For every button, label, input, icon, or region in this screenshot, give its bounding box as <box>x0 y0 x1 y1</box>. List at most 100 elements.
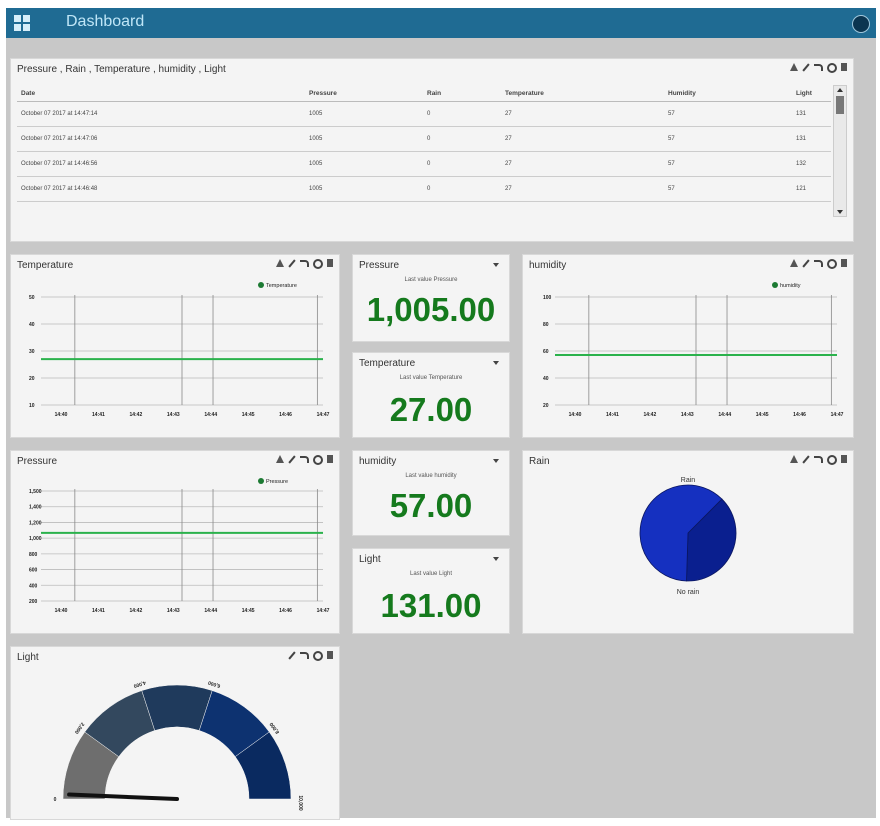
table-row[interactable]: October 07 2017 at 14:46:56 1005 0 27 57… <box>17 151 831 177</box>
table-cell: 0 <box>423 151 501 177</box>
x-tick-label: 14:43 <box>681 412 694 418</box>
pressure-stat-panel: Pressure Last value Pressure 1,005.00 <box>352 254 510 342</box>
table-scrollbar[interactable] <box>833 85 847 217</box>
table-cell: October 07 2017 at 14:46:56 <box>17 151 305 177</box>
stat-value: 27.00 <box>389 391 473 428</box>
x-tick-label: 14:46 <box>279 412 292 418</box>
user-avatar-icon[interactable] <box>852 15 870 33</box>
x-tick-label: 14:40 <box>569 412 582 418</box>
chevron-down-icon[interactable] <box>493 557 499 561</box>
scroll-thumb[interactable] <box>836 96 844 114</box>
x-tick-label: 14:47 <box>317 608 330 614</box>
table-cell: 27 <box>501 101 664 127</box>
panel-title: Pressure , Rain , Temperature , humidity… <box>17 64 226 75</box>
y-tick-label: 80 <box>543 322 549 328</box>
table-cell: 131 <box>792 101 831 127</box>
gauge-min-label: 0 <box>54 797 57 803</box>
share-icon[interactable] <box>814 64 823 71</box>
table-cell: 1005 <box>305 126 423 152</box>
y-tick-label: 10 <box>29 403 35 409</box>
x-tick-label: 14:43 <box>167 412 180 418</box>
x-tick-label: 14:45 <box>242 608 255 614</box>
gauge-tick-label: 6,000 <box>207 679 221 689</box>
table-cell: October 07 2017 at 14:47:06 <box>17 126 305 152</box>
column-header[interactable]: Date <box>17 85 305 102</box>
stat-value: 1,005.00 <box>366 291 496 328</box>
stat-value: 131.00 <box>380 587 482 624</box>
x-tick-label: 14:44 <box>204 608 217 614</box>
y-tick-label: 1,000 <box>29 536 42 542</box>
y-tick-label: 30 <box>29 349 35 355</box>
stat-value: 57.00 <box>389 487 473 524</box>
y-tick-label: 200 <box>29 599 38 605</box>
light-gauge-chart: 2,000 4,000 6,000 8,000 0 10,000 <box>54 679 303 811</box>
table-cell: 27 <box>501 126 664 152</box>
table-header-row: Date Pressure Rain Temperature Humidity … <box>17 85 831 102</box>
x-tick-label: 14:40 <box>55 608 68 614</box>
legend-marker <box>258 282 264 288</box>
legend-label: Temperature <box>266 283 297 289</box>
y-tick-label: 400 <box>29 583 38 589</box>
scroll-up-icon[interactable] <box>837 88 843 92</box>
y-tick-label: 20 <box>29 376 35 382</box>
table-cell: 57 <box>664 126 792 152</box>
column-header[interactable]: Rain <box>423 85 501 102</box>
chevron-down-icon[interactable] <box>493 361 499 365</box>
x-tick-label: 14:46 <box>279 608 292 614</box>
data-table-panel: Pressure , Rain , Temperature , humidity… <box>10 58 854 242</box>
stat-subtitle: Last value Pressure <box>404 277 458 283</box>
table-cell: 132 <box>792 151 831 177</box>
x-tick-label: 14:45 <box>242 412 255 418</box>
table-row[interactable]: October 07 2017 at 14:46:48 1005 0 27 57… <box>17 176 831 202</box>
table-cell: 1005 <box>305 176 423 202</box>
stat-subtitle: Last value Temperature <box>399 375 463 381</box>
table-cell: 0 <box>423 126 501 152</box>
temperature-line-chart: 50 40 30 20 10 14:40 14:41 14:42 14:43 14:44 14:45… <box>29 282 330 418</box>
grid-menu-icon[interactable] <box>14 15 30 31</box>
pie-label-rain: Rain <box>680 477 696 484</box>
y-tick-label: 50 <box>29 295 35 301</box>
y-tick-label: 20 <box>543 403 549 409</box>
download-icon[interactable] <box>790 63 798 71</box>
column-header[interactable]: Light <box>792 85 831 102</box>
y-tick-label: 100 <box>543 295 552 301</box>
edit-icon[interactable] <box>802 63 810 72</box>
delete-icon[interactable] <box>841 63 847 71</box>
y-tick-label: 1,500 <box>29 489 42 495</box>
table-cell: 131 <box>792 126 831 152</box>
column-header[interactable]: Temperature <box>501 85 664 102</box>
legend-marker <box>258 478 264 484</box>
column-header[interactable]: Humidity <box>664 85 792 102</box>
page-title: Dashboard <box>66 13 145 30</box>
top-bar: Dashboard <box>6 8 876 38</box>
gauge-tick-label: 2,000 <box>73 721 85 735</box>
panel-title: Temperature <box>359 358 416 369</box>
x-tick-label: 14:42 <box>129 412 142 418</box>
table-row[interactable]: October 07 2017 at 14:47:06 1005 0 27 57… <box>17 126 831 152</box>
gauge-tick-label: 4,000 <box>133 679 147 689</box>
light-gauge-panel: Light 2,000 4,000 6,000 8,000 0 10,000 <box>10 646 340 820</box>
panel-title: Pressure <box>359 260 400 271</box>
humidity-stat-panel: humidity Last value humidity 57.00 <box>352 450 510 536</box>
table-row[interactable]: October 07 2017 at 14:47:14 1005 0 27 57… <box>17 101 831 127</box>
chevron-down-icon[interactable] <box>493 459 499 463</box>
table-cell: 0 <box>423 101 501 127</box>
x-tick-label: 14:41 <box>92 608 105 614</box>
y-tick-label: 1,400 <box>29 505 42 511</box>
y-tick-label: 40 <box>543 376 549 382</box>
panel-title: humidity <box>359 456 397 467</box>
table-cell: 27 <box>501 176 664 202</box>
column-header[interactable]: Pressure <box>305 85 423 102</box>
scroll-down-icon[interactable] <box>837 210 843 214</box>
table-cell: 121 <box>792 176 831 202</box>
temperature-stat-panel: Temperature Last value Temperature 27.00 <box>352 352 510 438</box>
x-tick-label: 14:44 <box>204 412 217 418</box>
settings-icon[interactable] <box>827 63 837 73</box>
table-cell: October 07 2017 at 14:46:48 <box>17 176 305 202</box>
chevron-down-icon[interactable] <box>493 263 499 267</box>
x-tick-label: 14:44 <box>718 412 731 418</box>
table-cell: 1005 <box>305 101 423 127</box>
panel-title: Light <box>359 554 381 565</box>
stat-subtitle: Last value humidity <box>405 473 457 479</box>
x-tick-label: 14:43 <box>167 608 180 614</box>
